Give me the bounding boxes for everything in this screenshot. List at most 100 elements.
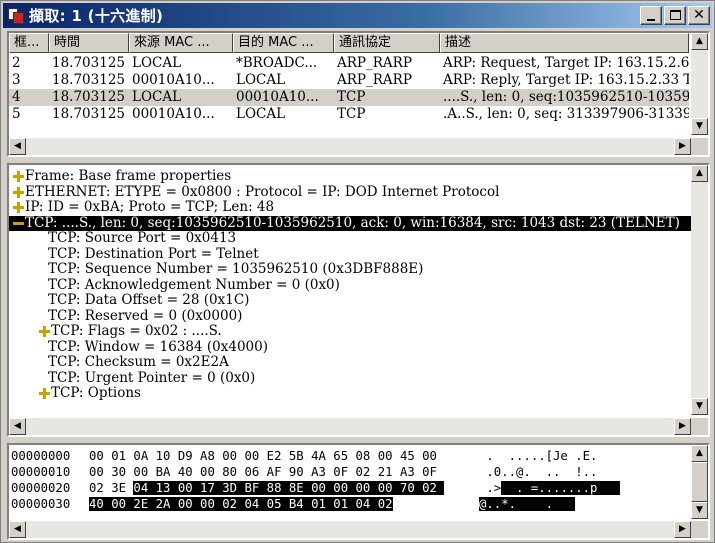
cell-dst-mac: *BROADC... — [236, 55, 318, 71]
hex-line[interactable]: 00000010 00 30 00 BA 40 00 80 06 AF 90 A3… — [9, 464, 691, 480]
arrow-up-icon[interactable]: ▲ — [691, 165, 708, 182]
tree-node[interactable]: IP: ID = 0xBA; Proto = TCP; Len: 48 — [9, 199, 691, 216]
tree-node[interactable]: TCP: ....S., len: 0, seq:1035962510-1035… — [9, 214, 691, 231]
expand-icon[interactable] — [13, 202, 24, 214]
packet-row[interactable]: 5 18.703125 00010A10... LOCAL TCP .A..S., len… — [9, 106, 689, 123]
expand-icon[interactable] — [13, 171, 24, 183]
tree-node[interactable]: TCP: Window = 16384 (0x4000) — [9, 338, 691, 356]
maximize-button[interactable] — [664, 6, 686, 25]
hex-bytes-plain: 00 30 00 BA 40 00 80 06 AF 90 A3 0F 02 2… — [89, 465, 437, 479]
hex-bytes: 00 30 00 BA 40 00 80 06 AF 90 A3 0F 02 2… — [89, 464, 437, 480]
maximize-icon — [670, 10, 681, 20]
column-description[interactable]: 描述 — [440, 33, 689, 53]
detail-hscroll[interactable]: ◀ ▶ — [9, 418, 691, 435]
cell-dst-mac: 00010A10... — [236, 89, 319, 105]
expand-icon[interactable] — [39, 388, 50, 400]
hex-bytes-plain: 00 01 0A 10 D9 A8 00 00 E2 5B 4A 65 08 0… — [89, 449, 437, 463]
column-dst-mac[interactable]: 目的 MAC ... — [233, 33, 334, 53]
hex-ascii: @..*. . — [479, 496, 576, 512]
tree-node-label: TCP: Options — [51, 385, 141, 401]
hex-view: 00000000 00 01 0A 10 D9 A8 00 00 E2 5B 4A… — [9, 448, 691, 512]
column-frame[interactable]: 框... — [9, 33, 49, 53]
arrow-down-icon[interactable]: ▼ — [691, 118, 708, 135]
cell-protocol: ARP_RARP — [337, 72, 412, 88]
tree-node[interactable]: TCP: Data Offset = 28 (0x1C) — [9, 292, 691, 309]
hex-ascii: . .....[Je .E. — [479, 448, 597, 464]
packet-list-hscroll[interactable]: ◀ ▶ — [9, 138, 691, 155]
arrow-down-icon[interactable]: ▼ — [691, 502, 708, 519]
cell-description: ARP: Reply, Target IP: 163.15.2.33 Ta — [443, 72, 689, 88]
arrow-up-icon[interactable]: ▲ — [691, 445, 708, 462]
tree-node[interactable]: Frame: Base frame properties — [9, 168, 691, 185]
hex-line[interactable]: 00000020 02 3E 04 13 00 17 3D BF 88 8E 00… — [9, 480, 691, 496]
arrow-left-icon[interactable]: ◀ — [9, 418, 26, 435]
arrow-down-icon[interactable]: ▼ — [691, 398, 708, 415]
hex-line[interactable]: 00000030 40 00 2E 2A 00 00 02 04 05 B4 01… — [9, 496, 691, 512]
arrow-right-icon[interactable]: ▶ — [674, 521, 691, 538]
hex-offset: 00000020 — [11, 481, 71, 495]
packet-row[interactable]: 4 18.703125 LOCAL 00010A10... TCP ....S., len… — [9, 89, 689, 106]
hex-vscroll-thumb[interactable] — [691, 462, 708, 502]
tree-node-label: TCP: Window = 16384 (0x4000) — [48, 338, 268, 355]
tree-node-label: TCP: ....S., len: 0, seq:1035962510-1035… — [25, 214, 680, 231]
title-bar[interactable]: 擷取: 1 (十六進制) ✕ — [3, 3, 712, 28]
collapse-icon[interactable] — [13, 218, 24, 229]
detail-pane: Frame: Base frame properties ETHERNET: ET… — [7, 163, 710, 437]
hex-ascii-plain: . .....[Je .E. — [479, 449, 598, 463]
tree-node[interactable]: TCP: Options — [9, 385, 691, 402]
capture-app-icon[interactable] — [7, 7, 25, 25]
cell-protocol: TCP — [337, 89, 366, 105]
tree-node-label: Frame: Base frame properties — [25, 168, 232, 184]
tree-node[interactable]: TCP: Urgent Pointer = 0 (0x0) — [9, 370, 691, 387]
column-time[interactable]: 時間 — [49, 33, 129, 53]
arrow-left-icon[interactable]: ◀ — [9, 138, 26, 155]
tree-node[interactable]: TCP: Checksum = 0x2E2A — [9, 354, 691, 371]
hex-offset: 00000000 — [11, 449, 71, 463]
cell-src-mac: LOCAL — [132, 55, 182, 71]
hex-ascii-plain: .> — [479, 481, 502, 495]
tree-node[interactable]: TCP: Sequence Number = 1035962510 (0x3DB… — [9, 261, 691, 278]
expand-icon[interactable] — [13, 186, 24, 198]
column-src-mac[interactable]: 來源 MAC ... — [129, 33, 233, 53]
expand-icon[interactable] — [39, 326, 50, 338]
hex-bytes: 02 3E 04 13 00 17 3D BF 88 8E 00 00 00 0… — [89, 480, 445, 496]
hex-vscroll[interactable]: ▲ ▼ — [691, 445, 708, 519]
arrow-left-icon[interactable]: ◀ — [9, 521, 26, 538]
hex-offset: 00000010 — [11, 465, 71, 479]
packet-row[interactable]: 2 18.703125 LOCAL *BROADC... ARP_RARP ARP: Re… — [9, 55, 689, 72]
tree-node[interactable]: TCP: Destination Port = Telnet — [9, 246, 691, 263]
tree-node[interactable]: ETHERNET: ETYPE = 0x0800 : Protocol = IP… — [9, 184, 691, 201]
cell-dst-mac: LOCAL — [236, 72, 286, 88]
hex-line[interactable]: 00000000 00 01 0A 10 D9 A8 00 00 E2 5B 4A… — [9, 448, 691, 464]
arrow-right-icon[interactable]: ▶ — [674, 418, 691, 435]
capture-window: 擷取: 1 (十六進制) ✕ 框... 時間 來源 MAC ... 目的 MAC… — [0, 0, 715, 543]
column-protocol[interactable]: 通訊協定 — [334, 33, 440, 53]
tree-node[interactable]: TCP: Source Port = 0x0413 — [9, 230, 691, 247]
tree-node[interactable]: TCP: Acknowledgement Number = 0 (0x0) — [9, 277, 691, 294]
cell-src-mac: LOCAL — [132, 89, 182, 105]
arrow-up-icon[interactable]: ▲ — [691, 33, 708, 50]
close-icon: ✕ — [693, 7, 705, 23]
cell-dst-mac: LOCAL — [236, 106, 286, 122]
cell-description: ARP: Request, Target IP: 163.15.2.62 — [443, 55, 689, 71]
detail-vscroll[interactable]: ▲ ▼ — [691, 165, 708, 415]
cell-frame: 5 — [12, 106, 21, 122]
arrow-right-icon[interactable]: ▶ — [674, 138, 691, 155]
tree-node-label: TCP: Flags = 0x02 : ....S. — [51, 323, 222, 339]
tree-node[interactable]: TCP: Reserved = 0 (0x0000) — [9, 307, 691, 325]
packet-list-vscroll[interactable]: ▲ ▼ — [691, 33, 708, 135]
hex-bytes-highlight: 04 13 00 17 3D BF 88 8E 00 00 00 00 70 0… — [133, 481, 445, 495]
cell-src-mac: 00010A10... — [132, 72, 215, 88]
hex-ascii-highlight: @..*. . — [479, 497, 576, 511]
cell-time: 18.703125 — [52, 89, 126, 105]
minimize-button[interactable] — [640, 6, 662, 25]
tree-node-label: TCP: Reserved = 0 (0x0000) — [48, 307, 243, 324]
close-button[interactable]: ✕ — [688, 6, 710, 25]
hex-hscroll[interactable]: ◀ ▶ — [9, 521, 691, 538]
tree-node[interactable]: TCP: Flags = 0x02 : ....S. — [9, 323, 691, 340]
scroll-corner — [691, 521, 708, 538]
hex-ascii-highlight: . =.......p — [501, 481, 620, 495]
packet-row[interactable]: 3 18.703125 00010A10... LOCAL ARP_RARP ARP: R… — [9, 72, 689, 89]
cell-protocol: ARP_RARP — [337, 55, 412, 71]
cell-frame: 4 — [12, 89, 21, 105]
